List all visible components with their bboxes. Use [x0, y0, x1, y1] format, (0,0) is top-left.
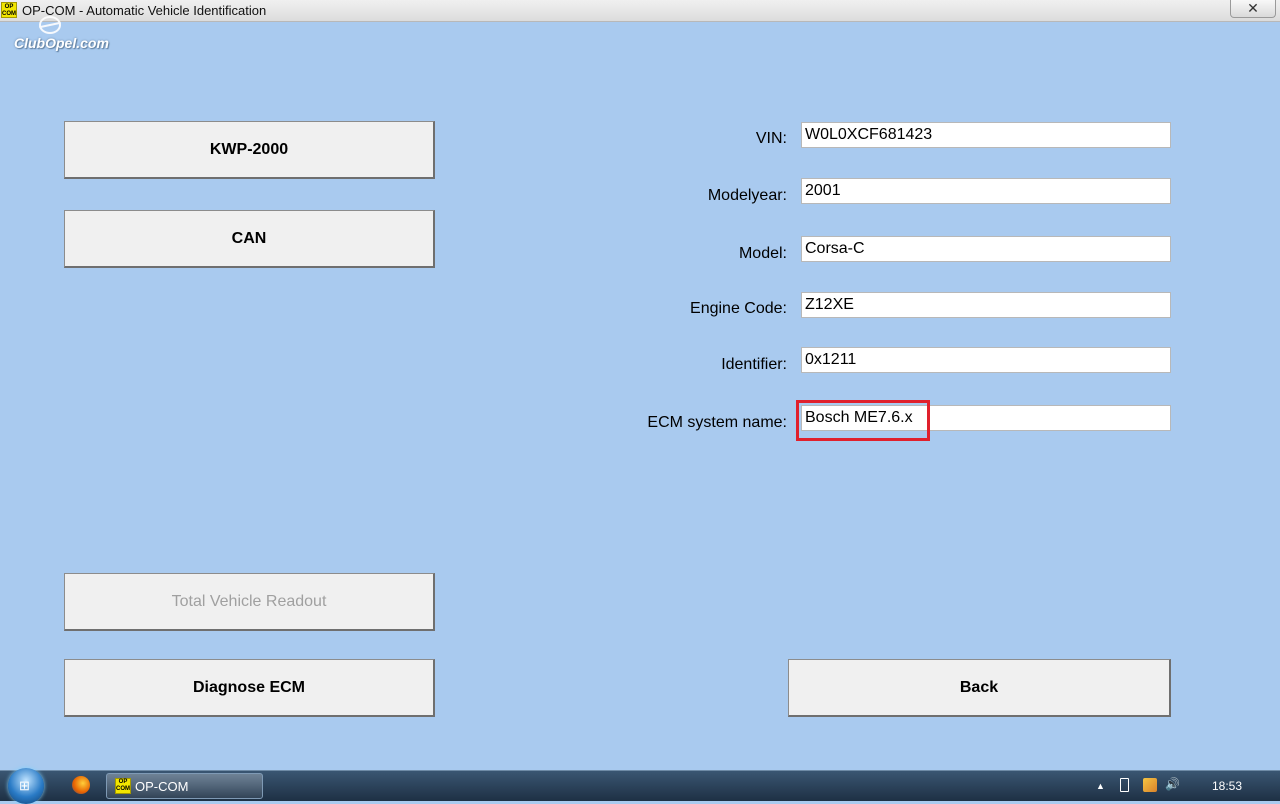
watermark: ClubOpel.com	[14, 35, 109, 51]
taskbar-item-opcom[interactable]: OP COM OP-COM	[106, 773, 263, 799]
modelyear-label: Modelyear:	[707, 187, 787, 204]
modelyear-field[interactable]	[801, 178, 1171, 204]
total-vehicle-readout-button: Total Vehicle Readout	[64, 573, 435, 631]
identifier-field[interactable]	[801, 347, 1171, 373]
clock[interactable]: 18:53	[1212, 779, 1242, 793]
network-icon[interactable]	[1143, 778, 1157, 792]
firefox-icon[interactable]	[72, 776, 90, 794]
taskbar-item-label: OP-COM	[135, 779, 189, 794]
show-hidden-icons-icon[interactable]: ▲	[1096, 781, 1105, 791]
model-field[interactable]	[801, 236, 1171, 262]
battery-icon[interactable]	[1120, 778, 1129, 792]
diagnose-ecm-button[interactable]: Diagnose ECM	[64, 659, 435, 717]
windows-start-icon[interactable]: ⊞	[8, 768, 44, 804]
vin-field[interactable]	[801, 122, 1171, 148]
taskbar: ⊞ OP COM OP-COM ▲ 🔊 18:53	[0, 768, 1280, 804]
highlight-box	[796, 400, 930, 441]
kwp2000-button[interactable]: KWP-2000	[64, 121, 435, 179]
back-button[interactable]: Back	[788, 659, 1171, 717]
opcom-app-icon: OP COM	[1, 2, 17, 18]
window-title: OP-COM - Automatic Vehicle Identificatio…	[22, 3, 267, 18]
title-bar: OP COM OP-COM - Automatic Vehicle Identi…	[0, 0, 1280, 22]
ecm-system-name-label: ECM system name:	[647, 414, 787, 431]
close-button[interactable]: ✕	[1230, 0, 1276, 18]
identifier-label: Identifier:	[721, 356, 787, 373]
volume-icon[interactable]: 🔊	[1165, 777, 1180, 791]
can-button[interactable]: CAN	[64, 210, 435, 268]
engine-code-label: Engine Code:	[690, 300, 787, 317]
vin-label: VIN:	[755, 130, 787, 147]
opcom-app-icon: OP COM	[115, 778, 131, 794]
engine-code-field[interactable]	[801, 292, 1171, 318]
model-label: Model:	[738, 245, 787, 262]
opel-logo-icon	[39, 16, 61, 34]
